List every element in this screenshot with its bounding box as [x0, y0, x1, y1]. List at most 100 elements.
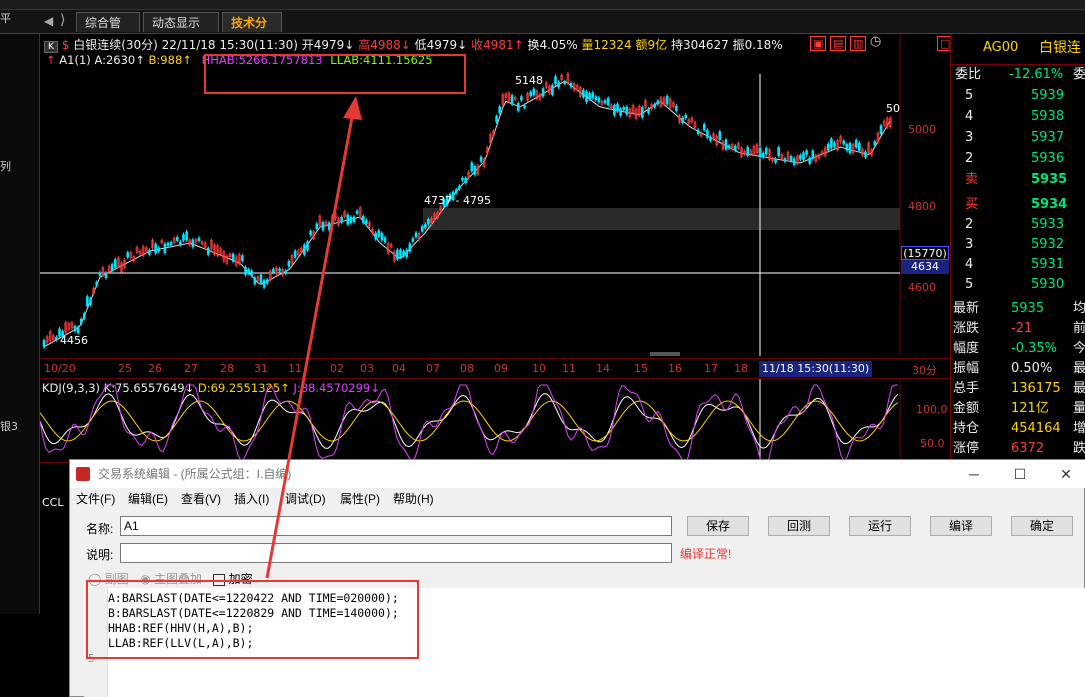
- tab-technical-analysis[interactable]: 技术分析: [222, 12, 282, 50]
- candle-body: [408, 243, 412, 252]
- candle-body: [231, 253, 235, 262]
- candle-body: [619, 108, 622, 116]
- candle-body: [303, 244, 306, 255]
- candle-body: [315, 223, 319, 229]
- menu-debug[interactable]: 调试(D): [285, 488, 326, 510]
- close-icon[interactable]: ✕: [1046, 460, 1085, 488]
- candle-body: [73, 326, 77, 331]
- tab-bar: ◀ ⟩ 综合管理 动态显示牌 技术分析: [0, 10, 1085, 50]
- candle-body: [653, 104, 657, 108]
- candle-body: [126, 252, 129, 258]
- menu-view[interactable]: 查看(V): [181, 488, 221, 510]
- menu-properties[interactable]: 属性(P): [340, 488, 380, 510]
- date-tick: 10/20: [44, 362, 76, 375]
- sell-row[interactable]: 4 5938: [951, 107, 1085, 127]
- date-tick: 07: [426, 362, 440, 375]
- tab-scroll-icon[interactable]: ⟩: [60, 12, 65, 28]
- candle-body: [702, 124, 706, 131]
- stat-label: 金额: [953, 401, 980, 416]
- candle-body: [591, 92, 595, 98]
- date-tick: 15: [634, 362, 648, 375]
- sell-row[interactable]: 2 5936: [951, 149, 1085, 169]
- candle-body: [606, 97, 610, 106]
- stat-extra: 最: [1073, 361, 1085, 376]
- kdj-tick-50: 50.0: [920, 437, 945, 450]
- candle-body: [864, 151, 867, 158]
- candle-body: [272, 268, 275, 273]
- stat-row: 振幅 0.50% 最: [951, 359, 1085, 379]
- minimize-icon[interactable]: ─: [954, 460, 994, 488]
- buy-price: 5933: [1031, 217, 1065, 232]
- kdj-tick-100: 100.0: [916, 403, 948, 416]
- buy-level: 3: [965, 237, 974, 252]
- candle-body: [857, 142, 861, 151]
- buy-row[interactable]: 2 5933: [951, 215, 1085, 235]
- last-label: 50: [886, 102, 900, 115]
- left-sidebar: 平 列 银3: [0, 12, 40, 614]
- nav-back-icon[interactable]: ◀: [44, 14, 53, 28]
- tab-general-management[interactable]: 综合管理: [76, 12, 140, 50]
- stat-row: 幅度 -0.35% 今: [951, 339, 1085, 359]
- date-tick: 02: [330, 362, 344, 375]
- sell-row[interactable]: 卖 5935: [951, 170, 1085, 190]
- candle-body: [423, 224, 427, 228]
- chart-scrollbar[interactable]: [650, 352, 680, 356]
- candle-body: [154, 243, 157, 254]
- buy-level: 4: [965, 257, 974, 272]
- crosshair-volume-badge: (15770): [901, 246, 949, 260]
- desc-input[interactable]: [120, 543, 672, 563]
- menu-help[interactable]: 帮助(H): [393, 488, 434, 510]
- stat-row: 金额 121亿 量: [951, 399, 1085, 419]
- candle-body: [733, 145, 737, 151]
- ok-button[interactable]: 确定: [1011, 516, 1073, 536]
- stat-value: -0.35%: [1011, 341, 1057, 356]
- sell-row[interactable]: 5 5939: [951, 86, 1085, 106]
- compile-button[interactable]: 编译: [930, 516, 992, 536]
- date-tick: 17: [704, 362, 718, 375]
- buy-row[interactable]: 4 5931: [951, 255, 1085, 275]
- candle-body: [758, 147, 762, 157]
- candle-body: [616, 103, 619, 112]
- backtest-button[interactable]: 回测: [768, 516, 830, 536]
- menu-edit[interactable]: 编辑(E): [128, 488, 168, 510]
- period-label[interactable]: 30分: [912, 362, 937, 378]
- stat-row: 涨停 6372 跌: [951, 439, 1085, 459]
- candle-body: [355, 210, 359, 214]
- save-button[interactable]: 保存: [687, 516, 749, 536]
- menu-insert[interactable]: 插入(I): [234, 488, 269, 510]
- candle-body: [495, 116, 498, 123]
- maximize-icon[interactable]: ☐: [1000, 460, 1040, 488]
- candle-body: [182, 234, 185, 241]
- buy-row[interactable]: 3 5932: [951, 235, 1085, 255]
- kdj-plot: [40, 379, 901, 463]
- buy-row[interactable]: 买 5934: [951, 195, 1085, 215]
- stat-label: 涨跌: [953, 321, 980, 336]
- stat-extra: 今: [1073, 341, 1085, 356]
- candle-body: [259, 274, 263, 284]
- candle-body: [176, 236, 179, 241]
- stat-label: 持仓: [953, 421, 980, 436]
- sell-row[interactable]: 3 5937: [951, 128, 1085, 148]
- price-chart[interactable]: K $ 白银连续(30分) 22/11/18 15:30(11:30) 开497…: [40, 34, 954, 356]
- candle-body: [761, 152, 765, 158]
- candle-body: [265, 279, 269, 284]
- candle-body: [848, 143, 852, 154]
- buy-row[interactable]: 5 5930: [951, 275, 1085, 295]
- run-button[interactable]: 运行: [849, 516, 911, 536]
- candle-body: [185, 231, 188, 241]
- candle-body: [830, 138, 833, 149]
- candle-body: [420, 226, 424, 232]
- kdj-panel[interactable]: KDJ(9,3,3) K:75.6557649↓ D:69.2551325↑ J…: [40, 378, 950, 463]
- name-input[interactable]: A1: [120, 516, 672, 536]
- tab-dynamic-board[interactable]: 动态显示牌: [143, 12, 219, 50]
- date-tick: 25: [118, 362, 132, 375]
- menu-file[interactable]: 文件(F): [76, 488, 115, 510]
- range-label: 4737 - 4795: [424, 194, 491, 207]
- candle-body: [461, 177, 464, 181]
- candle-body: [361, 215, 365, 223]
- candle-body: [104, 272, 108, 279]
- date-tick: 11: [288, 362, 302, 375]
- candle-body: [82, 313, 86, 319]
- candle-body: [454, 189, 458, 193]
- candle-body: [774, 158, 777, 163]
